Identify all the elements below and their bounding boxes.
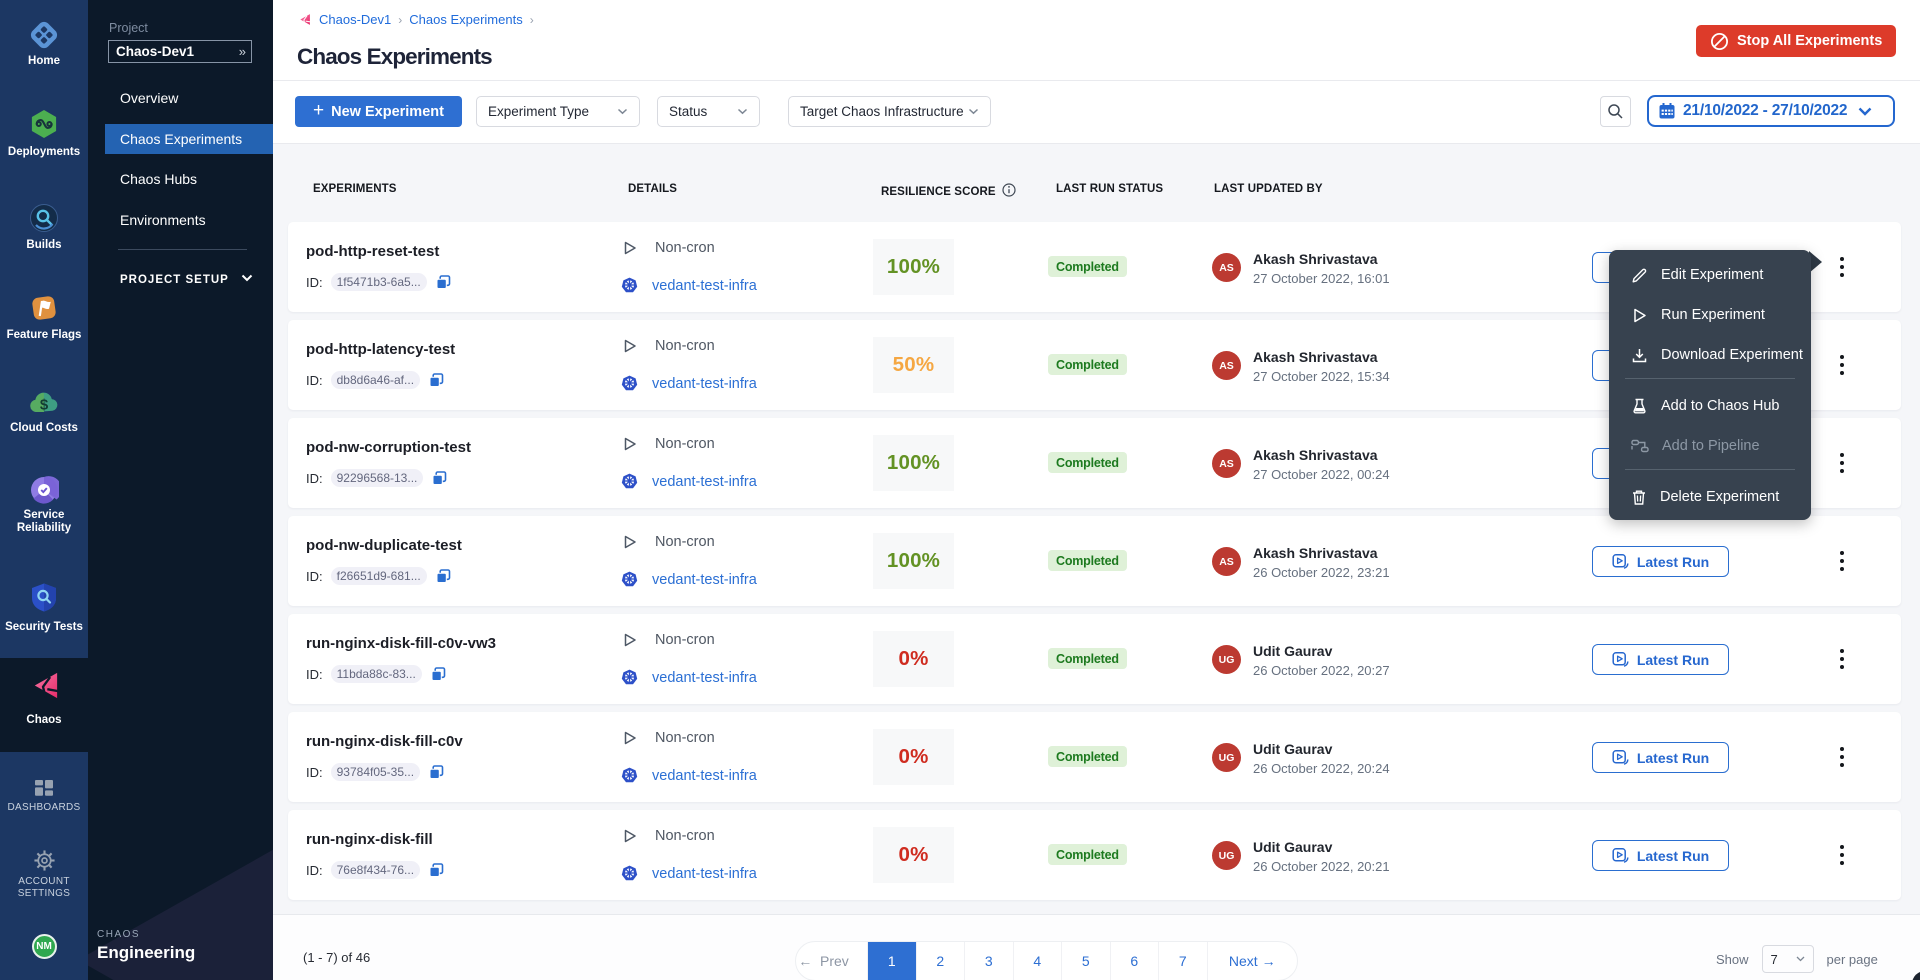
svg-text:$: $	[40, 397, 49, 414]
